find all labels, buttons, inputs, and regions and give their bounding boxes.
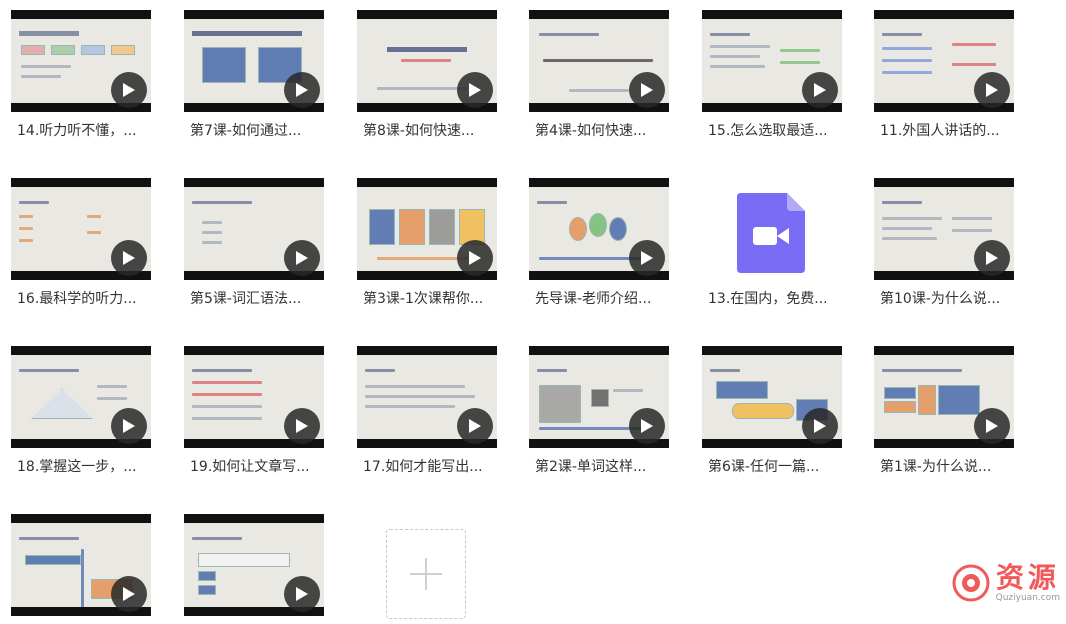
play-button[interactable] (457, 72, 493, 108)
play-icon (469, 251, 481, 265)
play-icon (814, 83, 826, 97)
play-icon (296, 83, 308, 97)
play-icon (296, 251, 308, 265)
play-button[interactable] (629, 408, 665, 444)
video-title: 16.最科学的听力... (17, 291, 137, 307)
play-button[interactable] (284, 72, 320, 108)
video-tile[interactable]: 19.如何让文章写... (184, 336, 324, 475)
add-video-button[interactable] (386, 529, 466, 619)
play-icon (123, 251, 135, 265)
video-title: 第5课-词汇语法... (190, 291, 302, 307)
plus-icon (410, 558, 442, 590)
play-button[interactable] (974, 240, 1010, 276)
video-title: 13.在国内，免费... (708, 291, 828, 307)
video-title: 第7课-如何通过... (190, 123, 302, 139)
play-icon (296, 419, 308, 433)
video-tile[interactable]: 先导课-老师介绍... (529, 168, 669, 307)
play-icon (641, 419, 653, 433)
video-tile[interactable]: 第2课-单词这样... (529, 336, 669, 475)
play-icon (296, 587, 308, 601)
play-button[interactable] (802, 408, 838, 444)
watermark-url: Quziyuan.com (995, 593, 1060, 603)
video-file-tile[interactable]: 13.在国内，免费... (702, 168, 842, 307)
video-title: 第3课-1次课帮你... (363, 291, 484, 307)
watermark-text: 资源 (995, 561, 1060, 594)
video-title: 第6课-任何一篇... (708, 459, 820, 475)
play-button[interactable] (974, 72, 1010, 108)
play-icon (814, 419, 826, 433)
play-icon (123, 83, 135, 97)
video-title: 18.掌握这一步，... (17, 459, 137, 475)
video-file-icon (702, 182, 842, 284)
video-tile[interactable] (184, 504, 324, 624)
video-tile[interactable]: 15.怎么选取最适... (702, 0, 842, 139)
video-title: 11.外国人讲话的... (880, 123, 1000, 139)
video-tile[interactable]: 18.掌握这一步，... (11, 336, 151, 475)
video-tile[interactable]: 第7课-如何通过... (184, 0, 324, 139)
play-icon (986, 251, 998, 265)
video-tile[interactable]: 11.外国人讲话的... (874, 0, 1014, 139)
play-icon (469, 83, 481, 97)
video-tile[interactable]: 第1课-为什么说... (874, 336, 1014, 475)
play-button[interactable] (284, 240, 320, 276)
video-title: 先导课-老师介绍... (535, 291, 652, 307)
play-button[interactable] (111, 408, 147, 444)
watermark-logo-icon (952, 564, 990, 602)
play-button[interactable] (802, 72, 838, 108)
video-tile[interactable] (11, 504, 151, 624)
video-tile[interactable]: 第3课-1次课帮你... (357, 168, 497, 307)
video-title: 19.如何让文章写... (190, 459, 310, 475)
play-button[interactable] (111, 240, 147, 276)
play-icon (123, 587, 135, 601)
video-title: 第1课-为什么说... (880, 459, 992, 475)
video-tile[interactable]: 第5课-词汇语法... (184, 168, 324, 307)
play-button[interactable] (284, 408, 320, 444)
video-tile[interactable]: 17.如何才能写出... (357, 336, 497, 475)
play-button[interactable] (974, 408, 1010, 444)
play-icon (986, 419, 998, 433)
video-title: 第2课-单词这样... (535, 459, 647, 475)
video-tile[interactable]: 第6课-任何一篇... (702, 336, 842, 475)
play-icon (641, 83, 653, 97)
video-title: 17.如何才能写出... (363, 459, 483, 475)
video-title: 第8课-如何快速... (363, 123, 475, 139)
play-button[interactable] (457, 408, 493, 444)
video-title: 14.听力听不懂，... (17, 123, 137, 139)
video-title: 第10课-为什么说... (880, 291, 1001, 307)
play-button[interactable] (111, 72, 147, 108)
play-button[interactable] (629, 72, 665, 108)
video-tile[interactable]: 14.听力听不懂，... (11, 0, 151, 139)
play-icon (123, 419, 135, 433)
play-icon (641, 251, 653, 265)
play-icon (469, 419, 481, 433)
video-tile[interactable]: 第4课-如何快速... (529, 0, 669, 139)
play-icon (986, 83, 998, 97)
video-title: 第4课-如何快速... (535, 123, 647, 139)
video-tile[interactable]: 第10课-为什么说... (874, 168, 1014, 307)
play-button[interactable] (629, 240, 665, 276)
video-tile[interactable]: 16.最科学的听力... (11, 168, 151, 307)
video-tile[interactable]: 第8课-如何快速... (357, 0, 497, 139)
video-grid: 14.听力听不懂，... 第7课-如何通过... 第8课-如何快速... 第4课… (0, 0, 1066, 619)
watermark: 资源 Quziyuan.com (952, 563, 1060, 603)
video-title: 15.怎么选取最适... (708, 123, 828, 139)
play-button[interactable] (457, 240, 493, 276)
